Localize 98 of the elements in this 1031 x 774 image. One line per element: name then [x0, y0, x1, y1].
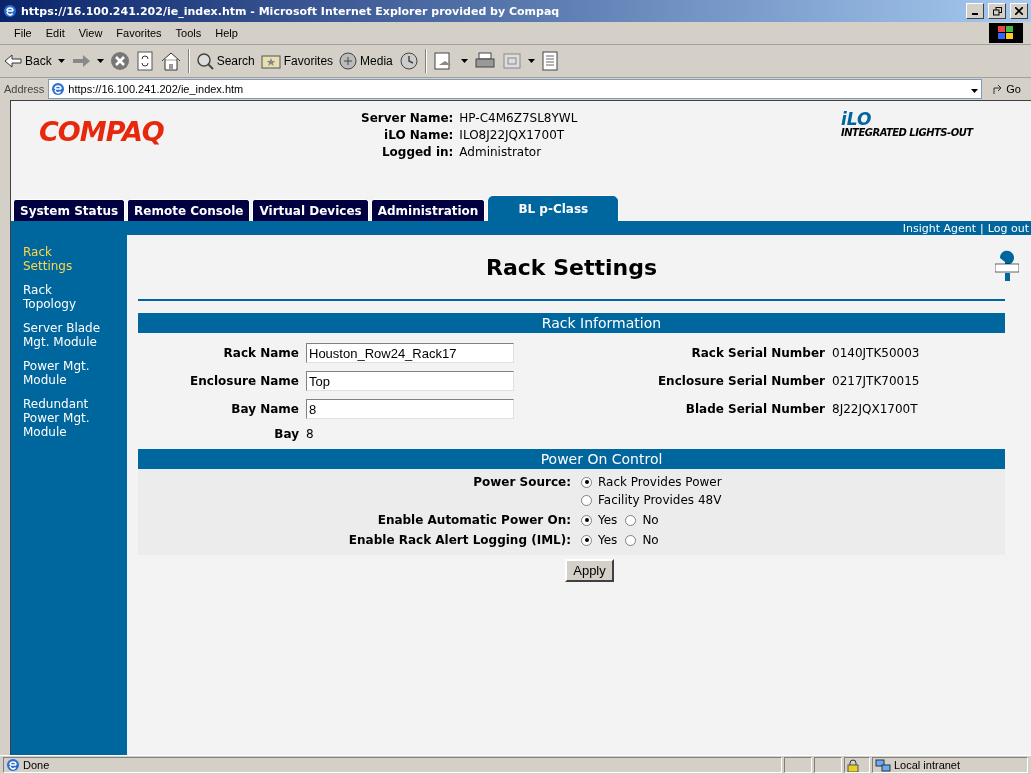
dropdown-caret-icon[interactable] [971, 89, 979, 93]
sidebar-link[interactable]: Rack Settings [23, 245, 103, 273]
nav-tab[interactable]: Administration [370, 199, 486, 221]
close-icon [1015, 7, 1023, 15]
sidebar-link[interactable]: Server Blade Mgt. Module [23, 321, 103, 349]
field-label: Enclosure Serial Number [656, 374, 825, 388]
field-label: Enable Automatic Power On: [376, 513, 571, 527]
option-label: Yes [598, 533, 618, 547]
info-value: ILO8J22JQX1700T [459, 128, 566, 142]
field-value: 8J22JQX1700T [832, 402, 919, 416]
product-subtitle: INTEGRATED LIGHTS-OUT [841, 127, 973, 138]
page-title: Rack Settings [486, 254, 657, 280]
restore-icon [992, 6, 1002, 16]
menu-item[interactable]: Edit [39, 25, 71, 41]
field-label: Enclosure Name [189, 374, 299, 388]
status-pane [814, 757, 842, 773]
search-icon [195, 52, 214, 70]
info-label: Logged in: [380, 145, 454, 159]
dropdown-caret-icon[interactable] [460, 59, 468, 63]
field-value: 8 [306, 427, 315, 441]
sidebar-link[interactable]: Rack Topology [23, 283, 103, 311]
back-button[interactable]: Back [4, 54, 52, 68]
print-icon[interactable] [473, 51, 496, 71]
text-field[interactable]: Houston_Row24_Rack17 [306, 343, 514, 363]
option-label: No [642, 513, 659, 527]
browser-e-icon [6, 758, 20, 772]
refresh-icon[interactable] [135, 51, 154, 71]
option-label: Facility Provides 48V [598, 493, 722, 507]
text-field[interactable]: Top [306, 371, 514, 391]
star-folder-icon [260, 53, 281, 69]
browser-e-icon [51, 82, 66, 96]
info-value: HP-C4M6Z7SL8YWL [459, 111, 578, 125]
option-label: No [642, 533, 659, 547]
address-label: Address [4, 83, 45, 95]
history-icon[interactable] [398, 51, 419, 71]
dropdown-caret-icon[interactable] [57, 59, 65, 63]
field-label: Power Source: [472, 475, 571, 491]
zone-text: Local intranet [894, 759, 961, 771]
sidebar-link[interactable]: Power Mgt. Module [23, 359, 103, 387]
dropdown-caret-icon[interactable] [527, 59, 535, 63]
back-arrow-icon [4, 54, 22, 68]
dropdown-caret-icon[interactable] [96, 59, 104, 63]
info-value: Administrator [459, 145, 543, 159]
option-label: Yes [598, 513, 618, 527]
field-value: 0140JTK50003 [832, 346, 921, 360]
radio-button[interactable] [581, 476, 592, 488]
radio-button[interactable] [581, 494, 592, 506]
info-label: iLO Name: [383, 128, 454, 142]
media-button[interactable]: Media [339, 52, 393, 70]
field-label: Blade Serial Number [684, 402, 825, 416]
sidebar-link[interactable]: Redundant Power Mgt. Module [23, 397, 103, 439]
menu-item[interactable]: Favorites [110, 25, 168, 41]
product-name: iLO [841, 111, 872, 127]
section-header: Rack Information [138, 313, 1005, 333]
network-icon [875, 758, 891, 772]
menu-item[interactable]: File [8, 25, 38, 41]
option-label: Rack Provides Power [598, 475, 722, 489]
radio-button[interactable] [581, 534, 592, 546]
nav-tab[interactable]: Remote Console [127, 199, 251, 221]
company-logo: COMPAQ [38, 115, 165, 149]
nav-tab[interactable]: BL p-Class [487, 195, 620, 221]
nav-tab[interactable]: System Status [13, 199, 126, 221]
home-icon[interactable] [159, 51, 182, 71]
search-button[interactable]: Search [195, 52, 255, 70]
document-icon[interactable] [540, 51, 559, 71]
favorites-button[interactable]: Favorites [260, 53, 334, 69]
lock-icon [847, 758, 859, 772]
windows-logo-icon [989, 23, 1023, 43]
window-title: https://16.100.241.202/ie_index.htm - Microsoft Internet Explorer provided by Compaq [21, 4, 561, 18]
section-header: Power On Control [138, 449, 1005, 469]
status-pane [784, 757, 812, 773]
menu-item[interactable]: Help [209, 25, 244, 41]
nav-tab[interactable]: Virtual Devices [252, 199, 369, 221]
field-label: Bay Name [230, 402, 299, 416]
minimize-button[interactable] [966, 3, 984, 19]
status-text: Done [3, 757, 782, 773]
header-link[interactable]: Insight Agent [902, 221, 977, 235]
field-label: Enable Rack Alert Logging (IML): [347, 533, 571, 547]
info-label: Server Name: [361, 111, 454, 125]
go-button[interactable]: Go [986, 83, 1027, 95]
radio-button[interactable] [625, 534, 637, 546]
menu-item[interactable]: View [72, 25, 109, 41]
address-field[interactable]: https://16.100.241.202/ie_index.htm [48, 79, 983, 99]
browser-e-icon [3, 4, 17, 18]
link-separator: | [980, 221, 984, 235]
radio-button[interactable] [625, 514, 637, 526]
text-field[interactable]: 8 [306, 399, 514, 419]
header-link[interactable]: Log out [987, 221, 1029, 235]
stop-icon[interactable] [109, 51, 130, 71]
field-label: Rack Serial Number [690, 346, 825, 360]
apply-button[interactable]: Apply [565, 559, 614, 582]
radio-button[interactable] [581, 514, 592, 526]
field-value: 0217JTK70015 [832, 374, 921, 388]
menu-item[interactable]: Tools [169, 25, 208, 41]
field-label: Bay [273, 427, 299, 441]
close-button[interactable] [1010, 3, 1028, 19]
field-label: Rack Name [222, 346, 299, 360]
maximize-button[interactable] [988, 3, 1006, 19]
